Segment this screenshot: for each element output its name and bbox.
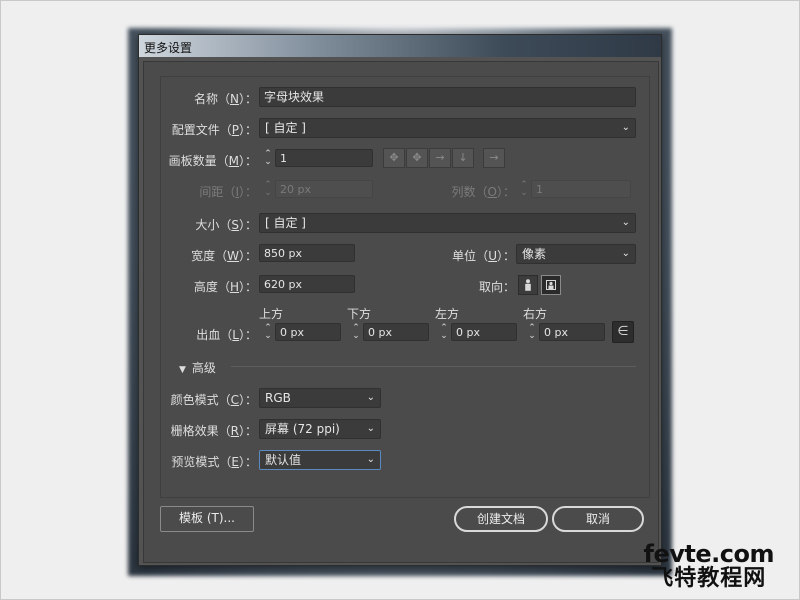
width-input[interactable]: 850 px [259,244,355,262]
arrange-by-row-icon[interactable]: → [429,148,451,168]
name-label: 名称（N）： [193,92,257,106]
bleed-right-caption: 右方 [523,307,548,321]
dialog-body: 名称（N）： 字母块效果 配置文件（P）： [ 自定 ] ⌄ 画板数量（M）： … [143,61,659,563]
landscape-button[interactable] [541,275,561,295]
name-input[interactable]: 字母块效果 [259,87,636,107]
right-to-left-icon[interactable]: → [483,148,505,168]
templates-button[interactable]: 模板 (T)... [160,506,254,532]
color-mode-label: 颜色模式（C）： [170,393,257,407]
chevron-down-icon: ⌄ [366,423,375,434]
profile-select-value: [ 自定 ] [265,121,306,135]
arrange-by-column-icon[interactable]: ↓ [452,148,474,168]
units-select-value: 像素 [522,247,547,261]
color-mode-select[interactable]: RGB ⌄ [259,388,381,408]
advanced-divider [231,366,636,367]
chevron-down-icon: ⌄ [621,122,630,133]
bleed-left-input[interactable]: 0 px [451,323,517,341]
width-label: 宽度（W）： [191,249,257,263]
units-select[interactable]: 像素 ⌄ [516,244,636,264]
bleed-right-input[interactable]: 0 px [539,323,605,341]
bleed-bottom-caption: 下方 [347,307,372,321]
size-select[interactable]: [ 自定 ] ⌄ [259,213,636,233]
spacing-input: 20 px [275,180,373,198]
settings-group: 名称（N）： 字母块效果 配置文件（P）： [ 自定 ] ⌄ 画板数量（M）： … [160,76,650,498]
chevron-down-icon: ⌄ [621,248,630,259]
stepper-icon[interactable]: ⌃ ⌄ [525,323,539,341]
artboards-label: 画板数量（M）： [168,154,257,168]
landscape-icon [546,280,556,290]
triangle-down-icon: ▼ [179,365,186,375]
raster-select[interactable]: 屏幕 (72 ppi) ⌄ [259,419,381,439]
bleed-label: 出血（L）： [196,328,257,342]
raster-value: 屏幕 (72 ppi) [265,422,340,436]
watermark-site-name: 飞特教程网 [651,566,767,591]
stepper-icon[interactable]: ⌃ ⌄ [437,323,451,341]
chevron-down-icon: ⌄ [366,454,375,465]
stepper-icon[interactable]: ⌃ ⌄ [349,323,363,341]
stepper-icon[interactable]: ⌃ ⌄ [261,323,275,341]
height-input[interactable]: 620 px [259,275,355,293]
height-label: 高度（H）： [193,280,257,294]
bleed-top-input[interactable]: 0 px [275,323,341,341]
preview-mode-label: 预览模式（E）： [171,455,257,469]
cancel-button[interactable]: 取消 [552,506,644,532]
size-label: 大小（S）： [195,218,257,232]
columns-label: 列数（O）： [451,185,516,199]
color-mode-value: RGB [265,391,291,405]
orientation-label: 取向： [478,280,515,294]
portrait-icon [525,279,531,291]
size-select-value: [ 自定 ] [265,216,306,230]
stepper-icon: ⌃ ⌄ [520,180,528,198]
dialog-titlebar[interactable]: 更多设置 [139,35,661,57]
preview-mode-value: 默认值 [265,453,302,467]
link-icon[interactable]: ∈ [612,321,634,343]
grid-by-row-icon[interactable]: ✥ [383,148,405,168]
profile-select[interactable]: [ 自定 ] ⌄ [259,118,636,138]
units-label: 单位（U）： [452,249,515,263]
stepper-icon[interactable]: ⌃ ⌄ [261,149,275,167]
columns-input: 1 [531,180,631,198]
site-watermark: fevte.com 飞特教程网 [643,540,775,591]
chevron-down-icon: ⌄ [621,217,630,228]
artboards-input[interactable]: 1 [275,149,373,167]
spacing-label: 间距（I）： [199,185,257,199]
watermark-domain: fevte.com [643,540,775,568]
raster-label: 栅格效果（R）： [170,424,257,438]
grid-by-column-icon[interactable]: ✥ [406,148,428,168]
chevron-down-icon: ⌄ [366,392,375,403]
stepper-icon: ⌃ ⌄ [264,180,272,198]
bleed-bottom-input[interactable]: 0 px [363,323,429,341]
create-document-button[interactable]: 创建文档 [454,506,548,532]
bleed-left-caption: 左方 [435,307,460,321]
advanced-toggle[interactable]: ▼ 高级 [179,359,216,376]
profile-label: 配置文件（P）： [171,123,257,137]
portrait-button[interactable] [518,275,538,295]
new-document-dialog: 更多设置 名称（N）： 字母块效果 配置文件（P）： [ 自定 ] ⌄ 画板数量… [138,34,662,566]
dialog-title: 更多设置 [144,41,193,55]
preview-mode-select[interactable]: 默认值 ⌄ [259,450,381,470]
bleed-top-caption: 上方 [259,307,284,321]
